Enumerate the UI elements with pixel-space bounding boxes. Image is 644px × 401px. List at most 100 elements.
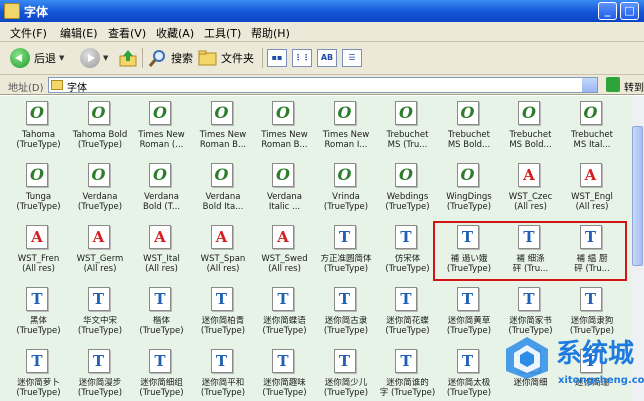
- font-item[interactable]: T 迷你简谁的字 (TrueType): [377, 346, 438, 401]
- menu-file[interactable]: 文件(F): [10, 25, 47, 41]
- font-item[interactable]: O Times New Roman B...: [254, 98, 315, 160]
- font-item[interactable]: O Vrinda (TrueType): [316, 160, 377, 222]
- folders-label: 文件夹: [221, 52, 254, 65]
- font-item[interactable]: O Verdana (TrueType): [70, 160, 131, 222]
- menu-edit[interactable]: 编辑(E): [60, 25, 98, 41]
- folders-button[interactable]: 文件夹: [198, 46, 254, 70]
- view-details-button[interactable]: ☰: [342, 49, 362, 67]
- menu-tools[interactable]: 工具(T): [204, 25, 241, 41]
- font-item[interactable]: T 迷你简柏青 (TrueType): [193, 284, 254, 346]
- font-item[interactable]: O WingDings (TrueType): [439, 160, 500, 222]
- go-label[interactable]: 转到: [624, 79, 644, 94]
- font-type: Bold Ita...: [202, 202, 244, 212]
- font-item-label: 迷你简柏青 (TrueType): [191, 316, 256, 338]
- font-item[interactable]: T 楷体 (TrueType): [131, 284, 192, 346]
- font-name: WST_Germ: [76, 254, 124, 264]
- font-name: Verdana: [205, 192, 241, 202]
- maximize-button[interactable]: □: [620, 2, 639, 20]
- font-item[interactable]: T 迷你简平和 (TrueType): [193, 346, 254, 401]
- font-type: (TrueType): [139, 326, 184, 336]
- view-large-icons-button[interactable]: ▪▪: [267, 49, 287, 67]
- font-item[interactable]: T 方正准圆简体 (TrueType): [316, 222, 377, 284]
- up-folder-button[interactable]: [118, 46, 138, 70]
- menu-help[interactable]: 帮助(H): [251, 25, 290, 41]
- font-name: 迷你简萝卜: [17, 378, 60, 388]
- opentype-font-icon: O: [26, 101, 48, 125]
- font-item-label: Verdana Italic ...: [252, 192, 317, 214]
- opentype-font-icon: O: [456, 163, 479, 187]
- font-name: Times New: [199, 130, 247, 140]
- truetype-font-icon: T: [333, 225, 356, 249]
- font-name: Verdana: [267, 192, 302, 202]
- font-name: 迷你简细组: [140, 378, 183, 388]
- font-item[interactable]: O Verdana Bold (T...: [131, 160, 192, 222]
- address-dropdown-button[interactable]: [582, 78, 597, 92]
- font-item[interactable]: T 迷你简萝卜 (TrueType): [8, 346, 69, 401]
- font-item[interactable]: O Times New Roman I...: [316, 98, 377, 160]
- font-item[interactable]: T 迷你简细组 (TrueType): [131, 346, 192, 401]
- font-item[interactable]: T 迷你简古隶 (TrueType): [316, 284, 377, 346]
- font-item[interactable]: A WST_Swed (All res): [254, 222, 315, 284]
- font-item[interactable]: A WST_Engl (All res): [562, 160, 623, 222]
- font-name: 迷你简家书: [509, 316, 552, 326]
- font-item[interactable]: A WST_Ital (All res): [131, 222, 192, 284]
- search-button[interactable]: 搜索: [148, 46, 193, 70]
- font-item[interactable]: O Tahoma Bold (TrueType): [70, 98, 131, 160]
- font-item-label: 黑体 (TrueType): [6, 316, 71, 338]
- back-button[interactable]: 后退 ▼: [10, 46, 64, 70]
- forward-button[interactable]: ▼: [80, 46, 108, 70]
- font-item[interactable]: T 迷你简蝶语 (TrueType): [254, 284, 315, 346]
- font-item[interactable]: T 迷你简花蝶 (TrueType): [377, 284, 438, 346]
- font-type: MS Bold...: [447, 140, 491, 150]
- font-item[interactable]: T 迷你简黄草 (TrueType): [439, 284, 500, 346]
- truetype-font-icon: T: [456, 349, 479, 373]
- font-item[interactable]: T 仿宋体 (TrueType): [377, 222, 438, 284]
- truetype-font-icon: T: [87, 349, 110, 373]
- font-item[interactable]: A WST_Czec (All res): [500, 160, 561, 222]
- font-type: (All res): [206, 264, 240, 274]
- font-item[interactable]: O Trebuchet MS Bold...: [439, 98, 500, 160]
- watermark-logo-icon: [506, 337, 548, 379]
- font-item-label: Verdana Bold Ita...: [191, 192, 256, 214]
- toolbar-separator: [142, 48, 143, 68]
- font-item[interactable]: O Trebuchet MS Ital...: [562, 98, 623, 160]
- menu-favorites[interactable]: 收藏(A): [156, 25, 194, 41]
- go-button[interactable]: [606, 77, 620, 92]
- font-item[interactable]: O Verdana Italic ...: [254, 160, 315, 222]
- minimize-button[interactable]: _: [598, 2, 617, 20]
- font-item[interactable]: A WST_Span (All res): [193, 222, 254, 284]
- font-item[interactable]: O Trebuchet MS Bold...: [500, 98, 561, 160]
- font-item[interactable]: T 黑体 (TrueType): [8, 284, 69, 346]
- font-item[interactable]: T 迷你简漫步 (TrueType): [70, 346, 131, 401]
- address-bar: 地址(D) 字体 转到: [0, 75, 644, 95]
- font-item[interactable]: O Tahoma (TrueType): [8, 98, 69, 160]
- scrollbar-thumb[interactable]: [632, 126, 643, 266]
- address-input[interactable]: 字体: [48, 77, 598, 94]
- forward-arrow-icon: [80, 48, 100, 68]
- font-item[interactable]: A WST_Fren (All res): [8, 222, 69, 284]
- font-item[interactable]: A WST_Germ (All res): [70, 222, 131, 284]
- raster-font-icon: A: [272, 225, 294, 249]
- raster-font-icon: A: [149, 225, 171, 249]
- font-item[interactable]: O Webdings (TrueType): [377, 160, 438, 222]
- menu-view[interactable]: 查看(V): [108, 25, 146, 41]
- truetype-font-icon: T: [210, 287, 233, 311]
- font-item[interactable]: T 迷你简少儿 (TrueType): [316, 346, 377, 401]
- font-type: Roman B...: [199, 140, 247, 150]
- font-item[interactable]: O Times New Roman (...: [131, 98, 192, 160]
- font-item[interactable]: O Times New Roman B...: [193, 98, 254, 160]
- view-list-button[interactable]: ⋮⋮: [292, 49, 312, 67]
- font-item-label: 迷你简谁的字 (TrueType): [375, 378, 440, 400]
- view-sample-button[interactable]: AB: [317, 49, 337, 67]
- font-item[interactable]: O Verdana Bold Ita...: [193, 160, 254, 222]
- font-type: (TrueType): [446, 326, 492, 336]
- font-item[interactable]: T 迷你简太极 (TrueType): [439, 346, 500, 401]
- font-item-label: WST_Germ (All res): [68, 254, 133, 276]
- font-item[interactable]: O Tunga (TrueType): [8, 160, 69, 222]
- folders-icon: [198, 50, 217, 66]
- font-item[interactable]: O Trebuchet MS (Tru...: [377, 98, 438, 160]
- toolbar-separator: [262, 48, 263, 68]
- font-item-label: 迷你简黄草 (TrueType): [437, 316, 502, 338]
- font-item[interactable]: T 迷你简趣味 (TrueType): [254, 346, 315, 401]
- font-item[interactable]: T 华文中宋 (TrueType): [70, 284, 131, 346]
